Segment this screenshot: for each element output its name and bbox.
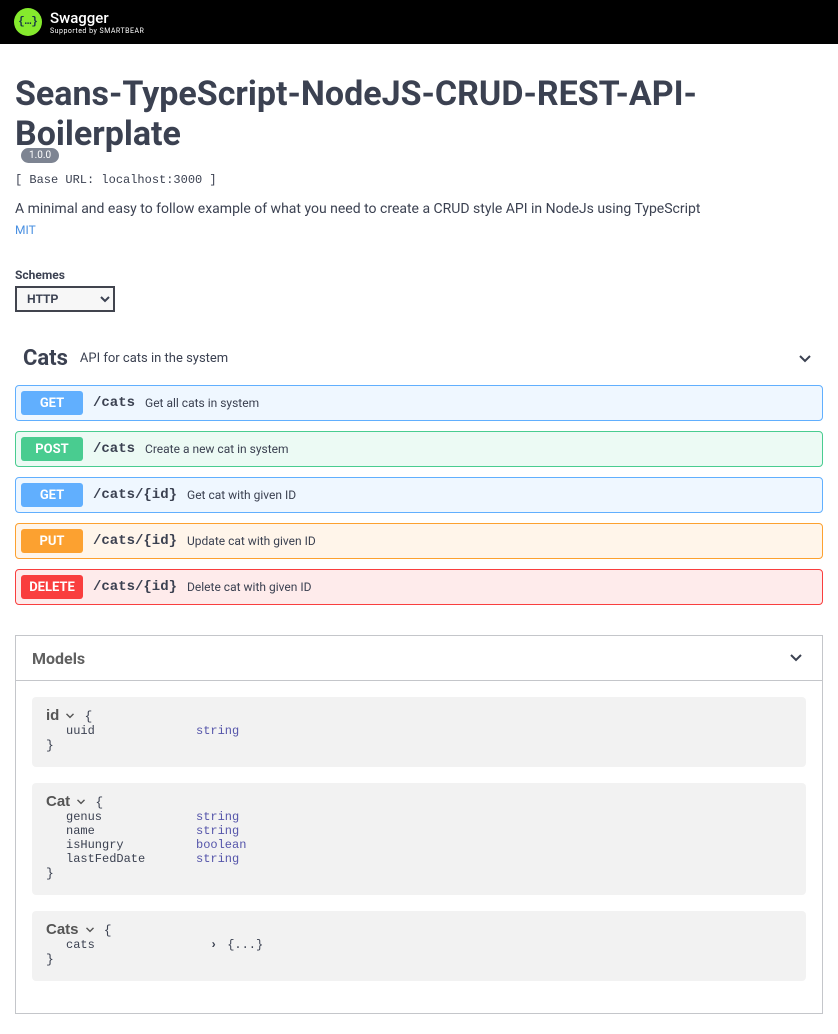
scheme-select[interactable]: HTTP (15, 286, 115, 312)
info-section: Seans-TypeScript-NodeJS-CRUD-REST-API-Bo… (0, 44, 838, 258)
tag-header-cats[interactable]: Cats API for cats in the system (15, 332, 823, 385)
schemes-section: Schemes HTTP (0, 258, 838, 332)
operation-path: /cats (93, 441, 135, 457)
method-badge: GET (21, 483, 83, 507)
model-name[interactable]: Cat (46, 793, 88, 810)
prop-name: cats (66, 938, 196, 952)
operation-summary: Get all cats in system (145, 396, 259, 410)
method-badge: POST (21, 437, 83, 461)
prop-type: string (196, 810, 239, 824)
prop-type: string (196, 724, 239, 738)
model-id[interactable]: id {uuidstring} (32, 697, 806, 767)
prop-name: isHungry (66, 838, 196, 852)
operation-path: /cats/{id} (93, 533, 177, 549)
swagger-logo[interactable]: {…} Swagger Supported by SMARTBEAR (14, 8, 144, 36)
prop-name: genus (66, 810, 196, 824)
models-header[interactable]: Models (15, 635, 823, 681)
operation-get-2[interactable]: GET/cats/{id} Get cat with given ID (15, 477, 823, 513)
api-title: Seans-TypeScript-NodeJS-CRUD-REST-API-Bo… (15, 74, 823, 154)
model-name[interactable]: Cats (46, 921, 97, 938)
base-url: [ Base URL: localhost:3000 ] (15, 173, 823, 187)
method-badge: DELETE (21, 575, 83, 599)
model-prop: namestring (66, 824, 792, 838)
operation-path: /cats/{id} (93, 579, 177, 595)
operation-summary: Get cat with given ID (187, 488, 296, 502)
models-body: id {uuidstring}Cat {genusstringnamestrin… (15, 681, 823, 1014)
model-prop: uuidstring (66, 724, 792, 738)
model-prop: isHungryboolean (66, 838, 792, 852)
chevron-down-icon (786, 648, 806, 668)
operation-path: /cats/{id} (93, 487, 177, 503)
model-Cats[interactable]: Cats {cats›{...}} (32, 911, 806, 981)
expand-arrow-icon[interactable]: › (210, 938, 217, 952)
model-name[interactable]: id (46, 707, 77, 724)
prop-name: lastFedDate (66, 852, 196, 866)
operation-get-0[interactable]: GET/cats Get all cats in system (15, 385, 823, 421)
prop-nested: {...} (227, 938, 263, 952)
tag-name: Cats (23, 346, 68, 371)
api-description: A minimal and easy to follow example of … (15, 201, 823, 217)
version-badge: 1.0.0 (21, 148, 59, 163)
model-Cat[interactable]: Cat {genusstringnamestringisHungryboolea… (32, 783, 806, 895)
operation-post-1[interactable]: POST/cats Create a new cat in system (15, 431, 823, 467)
operation-delete-4[interactable]: DELETE/cats/{id} Delete cat with given ID (15, 569, 823, 605)
model-prop: genusstring (66, 810, 792, 824)
prop-type: boolean (196, 838, 246, 852)
operation-summary: Delete cat with given ID (187, 580, 311, 594)
topbar: {…} Swagger Supported by SMARTBEAR (0, 0, 838, 44)
method-badge: PUT (21, 529, 83, 553)
operation-summary: Create a new cat in system (145, 442, 289, 456)
logo-sub-text: Supported by SMARTBEAR (50, 27, 144, 35)
prop-name: name (66, 824, 196, 838)
model-prop: cats › {...} (66, 938, 792, 952)
logo-main-text: Swagger (50, 9, 144, 27)
prop-type: string (196, 824, 239, 838)
chevron-down-icon (795, 349, 815, 369)
models-title: Models (32, 649, 786, 668)
operation-put-3[interactable]: PUT/cats/{id} Update cat with given ID (15, 523, 823, 559)
operation-path: /cats (93, 395, 135, 411)
prop-name: uuid (66, 724, 196, 738)
tag-description: API for cats in the system (80, 351, 795, 366)
prop-type: string (196, 852, 239, 866)
operations-list: GET/cats Get all cats in system POST/cats C… (15, 385, 823, 605)
model-prop: lastFedDatestring (66, 852, 792, 866)
method-badge: GET (21, 391, 83, 415)
operation-summary: Update cat with given ID (187, 534, 316, 548)
license-link[interactable]: MIT (15, 223, 36, 237)
schemes-label: Schemes (15, 268, 823, 282)
swagger-logo-icon: {…} (14, 8, 42, 36)
